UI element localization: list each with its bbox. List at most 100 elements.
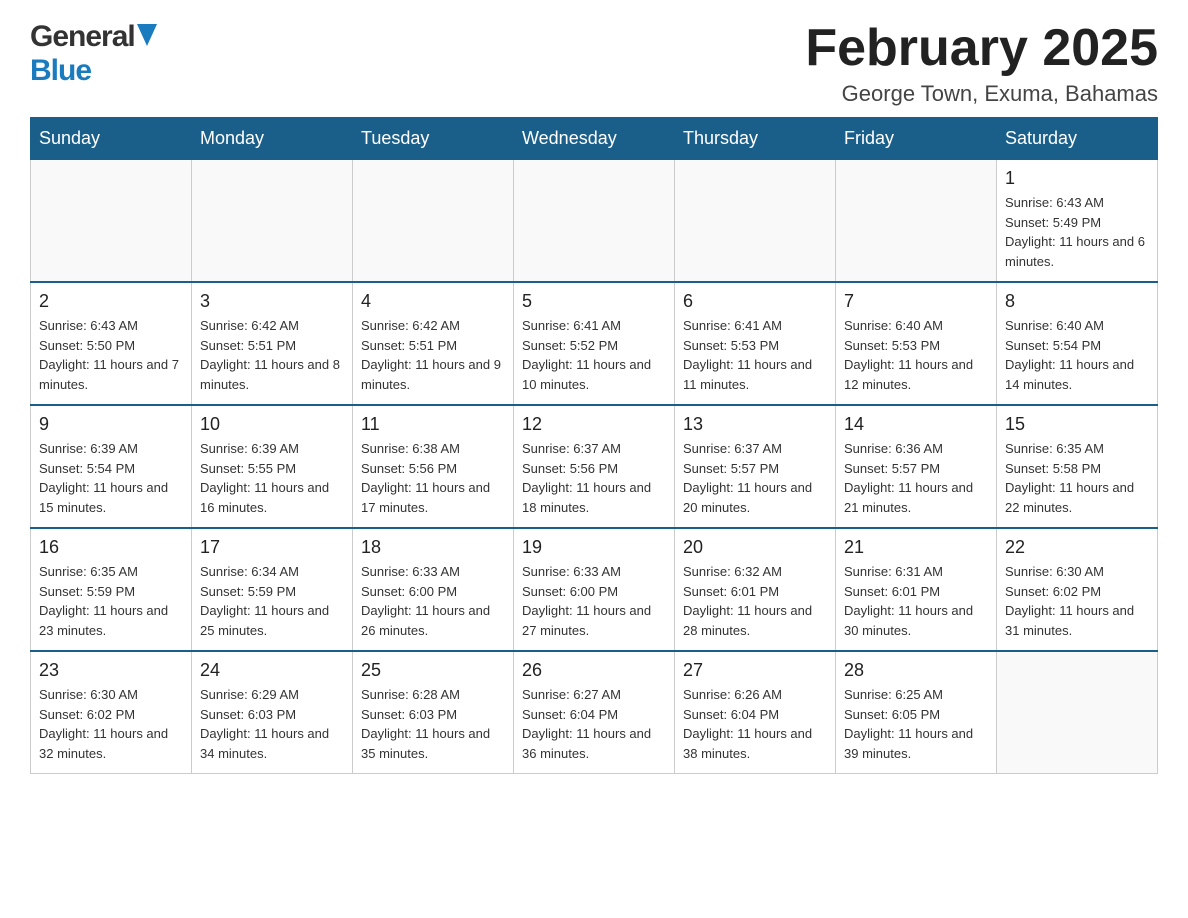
day-info: Sunrise: 6:33 AMSunset: 6:00 PMDaylight:…: [522, 562, 666, 640]
logo-arrow-icon: [137, 28, 157, 46]
day-number: 1: [1005, 168, 1149, 189]
day-number: 19: [522, 537, 666, 558]
col-wednesday: Wednesday: [514, 118, 675, 160]
day-info: Sunrise: 6:41 AMSunset: 5:52 PMDaylight:…: [522, 316, 666, 394]
col-tuesday: Tuesday: [353, 118, 514, 160]
calendar-cell: 6 Sunrise: 6:41 AMSunset: 5:53 PMDaylight…: [675, 282, 836, 405]
calendar-cell: 21 Sunrise: 6:31 AMSunset: 6:01 PMDayligh…: [836, 528, 997, 651]
calendar-cell: 26 Sunrise: 6:27 AMSunset: 6:04 PMDayligh…: [514, 651, 675, 774]
calendar-cell: 25 Sunrise: 6:28 AMSunset: 6:03 PMDayligh…: [353, 651, 514, 774]
day-number: 9: [39, 414, 183, 435]
calendar-cell: [353, 160, 514, 283]
col-saturday: Saturday: [997, 118, 1158, 160]
day-number: 27: [683, 660, 827, 681]
day-info: Sunrise: 6:41 AMSunset: 5:53 PMDaylight:…: [683, 316, 827, 394]
day-info: Sunrise: 6:25 AMSunset: 6:05 PMDaylight:…: [844, 685, 988, 763]
day-number: 4: [361, 291, 505, 312]
day-info: Sunrise: 6:30 AMSunset: 6:02 PMDaylight:…: [1005, 562, 1149, 640]
calendar-cell: 14 Sunrise: 6:36 AMSunset: 5:57 PMDayligh…: [836, 405, 997, 528]
month-title: February 2025: [805, 20, 1158, 77]
calendar-cell: [514, 160, 675, 283]
day-info: Sunrise: 6:38 AMSunset: 5:56 PMDaylight:…: [361, 439, 505, 517]
calendar-cell: 17Sunrise: 6:34 AMSunset: 5:59 PMDayligh…: [192, 528, 353, 651]
day-number: 21: [844, 537, 988, 558]
day-number: 10: [200, 414, 344, 435]
calendar-cell: 10 Sunrise: 6:39 AMSunset: 5:55 PMDayligh…: [192, 405, 353, 528]
calendar-cell: 2 Sunrise: 6:43 AMSunset: 5:50 PMDaylight…: [31, 282, 192, 405]
day-info: Sunrise: 6:36 AMSunset: 5:57 PMDaylight:…: [844, 439, 988, 517]
day-number: 23: [39, 660, 183, 681]
day-info: Sunrise: 6:30 AMSunset: 6:02 PMDaylight:…: [39, 685, 183, 763]
page-header: General Blue February 2025 George Town, …: [30, 20, 1158, 107]
day-number: 5: [522, 291, 666, 312]
calendar-header-row: Sunday Monday Tuesday Wednesday Thursday…: [31, 118, 1158, 160]
day-info: Sunrise: 6:33 AMSunset: 6:00 PMDaylight:…: [361, 562, 505, 640]
calendar-cell: 28 Sunrise: 6:25 AMSunset: 6:05 PMDayligh…: [836, 651, 997, 774]
calendar-cell: 12 Sunrise: 6:37 AMSunset: 5:56 PMDayligh…: [514, 405, 675, 528]
calendar-cell: 11 Sunrise: 6:38 AMSunset: 5:56 PMDayligh…: [353, 405, 514, 528]
logo-blue-text: Blue: [30, 54, 91, 87]
day-info: Sunrise: 6:35 AMSunset: 5:59 PMDaylight:…: [39, 562, 183, 640]
calendar-cell: 23 Sunrise: 6:30 AMSunset: 6:02 PMDayligh…: [31, 651, 192, 774]
day-number: 12: [522, 414, 666, 435]
day-number: 24: [200, 660, 344, 681]
day-number: 28: [844, 660, 988, 681]
calendar-cell: [836, 160, 997, 283]
day-number: 15: [1005, 414, 1149, 435]
day-number: 22: [1005, 537, 1149, 558]
day-info: Sunrise: 6:43 AMSunset: 5:49 PMDaylight:…: [1005, 193, 1149, 271]
day-info: Sunrise: 6:39 AMSunset: 5:55 PMDaylight:…: [200, 439, 344, 517]
col-sunday: Sunday: [31, 118, 192, 160]
day-info: Sunrise: 6:40 AMSunset: 5:54 PMDaylight:…: [1005, 316, 1149, 394]
day-info: Sunrise: 6:37 AMSunset: 5:56 PMDaylight:…: [522, 439, 666, 517]
day-number: 26: [522, 660, 666, 681]
day-info: Sunrise: 6:43 AMSunset: 5:50 PMDaylight:…: [39, 316, 183, 394]
calendar-cell: 22 Sunrise: 6:30 AMSunset: 6:02 PMDayligh…: [997, 528, 1158, 651]
title-block: February 2025 George Town, Exuma, Bahama…: [805, 20, 1158, 107]
week-row-4: 23 Sunrise: 6:30 AMSunset: 6:02 PMDayligh…: [31, 651, 1158, 774]
calendar-cell: 8 Sunrise: 6:40 AMSunset: 5:54 PMDaylight…: [997, 282, 1158, 405]
calendar-cell: 20Sunrise: 6:32 AMSunset: 6:01 PMDayligh…: [675, 528, 836, 651]
calendar-cell: 7 Sunrise: 6:40 AMSunset: 5:53 PMDaylight…: [836, 282, 997, 405]
calendar-cell: 27 Sunrise: 6:26 AMSunset: 6:04 PMDayligh…: [675, 651, 836, 774]
day-info: Sunrise: 6:40 AMSunset: 5:53 PMDaylight:…: [844, 316, 988, 394]
calendar-table: Sunday Monday Tuesday Wednesday Thursday…: [30, 117, 1158, 774]
day-number: 25: [361, 660, 505, 681]
col-monday: Monday: [192, 118, 353, 160]
day-info: Sunrise: 6:29 AMSunset: 6:03 PMDaylight:…: [200, 685, 344, 763]
day-number: 6: [683, 291, 827, 312]
calendar-cell: 1 Sunrise: 6:43 AMSunset: 5:49 PMDaylight…: [997, 160, 1158, 283]
day-number: 11: [361, 414, 505, 435]
day-number: 18: [361, 537, 505, 558]
day-info: Sunrise: 6:27 AMSunset: 6:04 PMDaylight:…: [522, 685, 666, 763]
calendar-cell: 9 Sunrise: 6:39 AMSunset: 5:54 PMDaylight…: [31, 405, 192, 528]
day-number: 7: [844, 291, 988, 312]
day-number: 16: [39, 537, 183, 558]
day-info: Sunrise: 6:28 AMSunset: 6:03 PMDaylight:…: [361, 685, 505, 763]
day-info: Sunrise: 6:26 AMSunset: 6:04 PMDaylight:…: [683, 685, 827, 763]
calendar-cell: 13 Sunrise: 6:37 AMSunset: 5:57 PMDayligh…: [675, 405, 836, 528]
day-number: 2: [39, 291, 183, 312]
col-thursday: Thursday: [675, 118, 836, 160]
day-info: Sunrise: 6:42 AMSunset: 5:51 PMDaylight:…: [200, 316, 344, 394]
week-row-0: 1 Sunrise: 6:43 AMSunset: 5:49 PMDaylight…: [31, 160, 1158, 283]
week-row-2: 9 Sunrise: 6:39 AMSunset: 5:54 PMDaylight…: [31, 405, 1158, 528]
day-info: Sunrise: 6:39 AMSunset: 5:54 PMDaylight:…: [39, 439, 183, 517]
day-number: 14: [844, 414, 988, 435]
day-info: Sunrise: 6:42 AMSunset: 5:51 PMDaylight:…: [361, 316, 505, 394]
day-number: 20: [683, 537, 827, 558]
day-info: Sunrise: 6:37 AMSunset: 5:57 PMDaylight:…: [683, 439, 827, 517]
calendar-cell: 5 Sunrise: 6:41 AMSunset: 5:52 PMDaylight…: [514, 282, 675, 405]
day-number: 8: [1005, 291, 1149, 312]
location-text: George Town, Exuma, Bahamas: [805, 81, 1158, 107]
calendar-cell: 4 Sunrise: 6:42 AMSunset: 5:51 PMDaylight…: [353, 282, 514, 405]
calendar-cell: 3 Sunrise: 6:42 AMSunset: 5:51 PMDaylight…: [192, 282, 353, 405]
logo: General Blue: [30, 20, 157, 88]
calendar-cell: 15Sunrise: 6:35 AMSunset: 5:58 PMDayligh…: [997, 405, 1158, 528]
calendar-cell: 16 Sunrise: 6:35 AMSunset: 5:59 PMDayligh…: [31, 528, 192, 651]
week-row-3: 16 Sunrise: 6:35 AMSunset: 5:59 PMDayligh…: [31, 528, 1158, 651]
logo-general-text: General: [30, 20, 135, 54]
day-info: Sunrise: 6:31 AMSunset: 6:01 PMDaylight:…: [844, 562, 988, 640]
day-number: 3: [200, 291, 344, 312]
day-number: 13: [683, 414, 827, 435]
